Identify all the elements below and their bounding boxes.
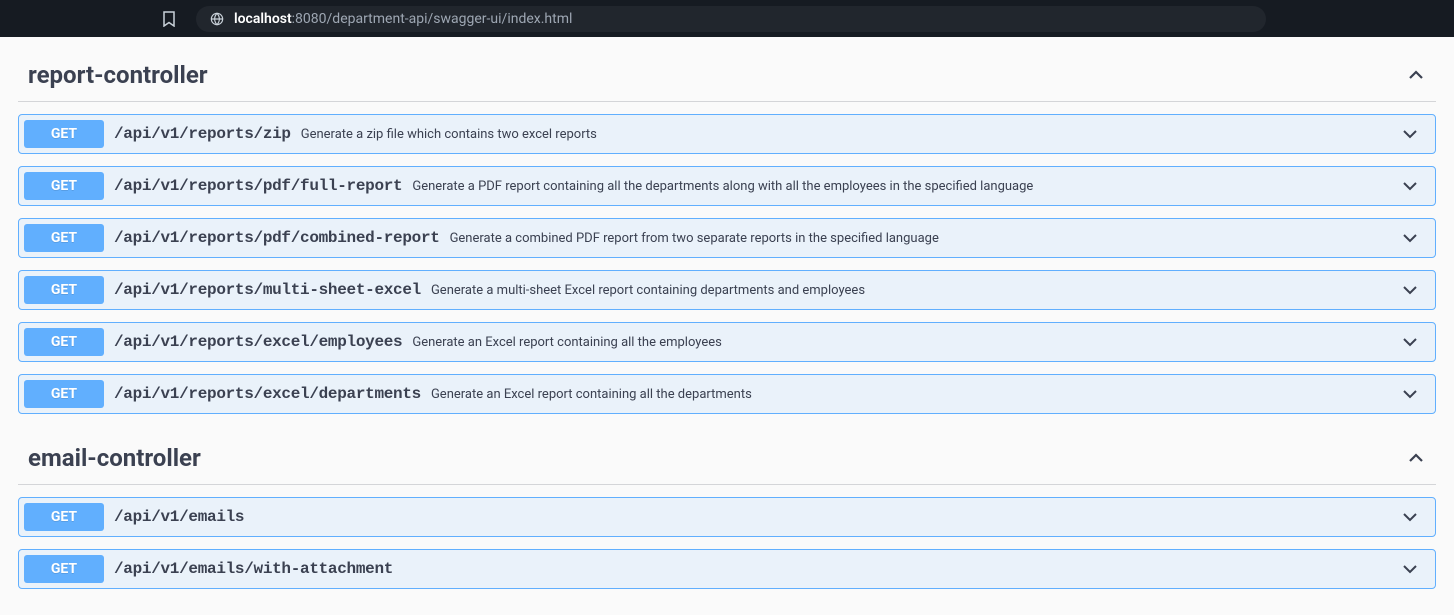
- url-bar[interactable]: localhost:8080/department-api/swagger-ui…: [196, 6, 1266, 32]
- method-badge: GET: [24, 276, 104, 304]
- endpoint-description: Generate a PDF report containing all the…: [412, 179, 1390, 194]
- url-text: localhost:8080/department-api/swagger-ui…: [234, 11, 572, 27]
- endpoint-row[interactable]: GET /api/v1/emails/with-attachment: [18, 549, 1436, 589]
- swagger-content: report-controller GET /api/v1/reports/zi…: [0, 37, 1454, 615]
- chevron-up-icon: [1406, 448, 1436, 468]
- section-header-report-controller[interactable]: report-controller: [18, 51, 1436, 102]
- endpoint-row[interactable]: GET /api/v1/reports/pdf/full-report Gene…: [18, 166, 1436, 206]
- method-badge: GET: [24, 172, 104, 200]
- method-badge: GET: [24, 328, 104, 356]
- method-badge: GET: [24, 555, 104, 583]
- endpoint-row[interactable]: GET /api/v1/emails: [18, 497, 1436, 537]
- endpoint-row[interactable]: GET /api/v1/reports/excel/employees Gene…: [18, 322, 1436, 362]
- section-title: report-controller: [28, 61, 208, 89]
- section-header-email-controller[interactable]: email-controller: [18, 434, 1436, 485]
- browser-bar: localhost:8080/department-api/swagger-ui…: [0, 0, 1454, 37]
- method-badge: GET: [24, 120, 104, 148]
- endpoint-description: Generate a combined PDF report from two …: [450, 231, 1390, 246]
- method-badge: GET: [24, 503, 104, 531]
- chevron-down-icon: [1390, 228, 1430, 248]
- endpoint-row[interactable]: GET /api/v1/reports/zip Generate a zip f…: [18, 114, 1436, 154]
- endpoint-description: Generate an Excel report containing all …: [431, 387, 1390, 402]
- chevron-down-icon: [1390, 559, 1430, 579]
- chevron-down-icon: [1390, 332, 1430, 352]
- endpoint-path: /api/v1/reports/excel/departments: [104, 385, 431, 403]
- bookmark-icon[interactable]: [162, 11, 176, 27]
- endpoint-path: /api/v1/emails: [104, 508, 254, 526]
- chevron-down-icon: [1390, 124, 1430, 144]
- method-badge: GET: [24, 224, 104, 252]
- endpoint-path: /api/v1/reports/pdf/full-report: [104, 177, 412, 195]
- chevron-down-icon: [1390, 176, 1430, 196]
- chevron-down-icon: [1390, 384, 1430, 404]
- endpoint-description: Generate a multi-sheet Excel report cont…: [431, 283, 1390, 298]
- endpoint-row[interactable]: GET /api/v1/reports/pdf/combined-report …: [18, 218, 1436, 258]
- endpoint-path: /api/v1/reports/excel/employees: [104, 333, 412, 351]
- chevron-up-icon: [1406, 65, 1436, 85]
- endpoint-description: Generate a zip file which contains two e…: [301, 127, 1390, 142]
- globe-icon: [210, 12, 224, 26]
- endpoint-path: /api/v1/reports/multi-sheet-excel: [104, 281, 431, 299]
- endpoint-row[interactable]: GET /api/v1/reports/multi-sheet-excel Ge…: [18, 270, 1436, 310]
- section-title: email-controller: [28, 444, 201, 472]
- endpoint-description: Generate an Excel report containing all …: [412, 335, 1390, 350]
- chevron-down-icon: [1390, 507, 1430, 527]
- chevron-down-icon: [1390, 280, 1430, 300]
- endpoint-path: /api/v1/reports/pdf/combined-report: [104, 229, 450, 247]
- method-badge: GET: [24, 380, 104, 408]
- endpoint-path: /api/v1/reports/zip: [104, 125, 301, 143]
- endpoint-path: /api/v1/emails/with-attachment: [104, 560, 403, 578]
- endpoint-row[interactable]: GET /api/v1/reports/excel/departments Ge…: [18, 374, 1436, 414]
